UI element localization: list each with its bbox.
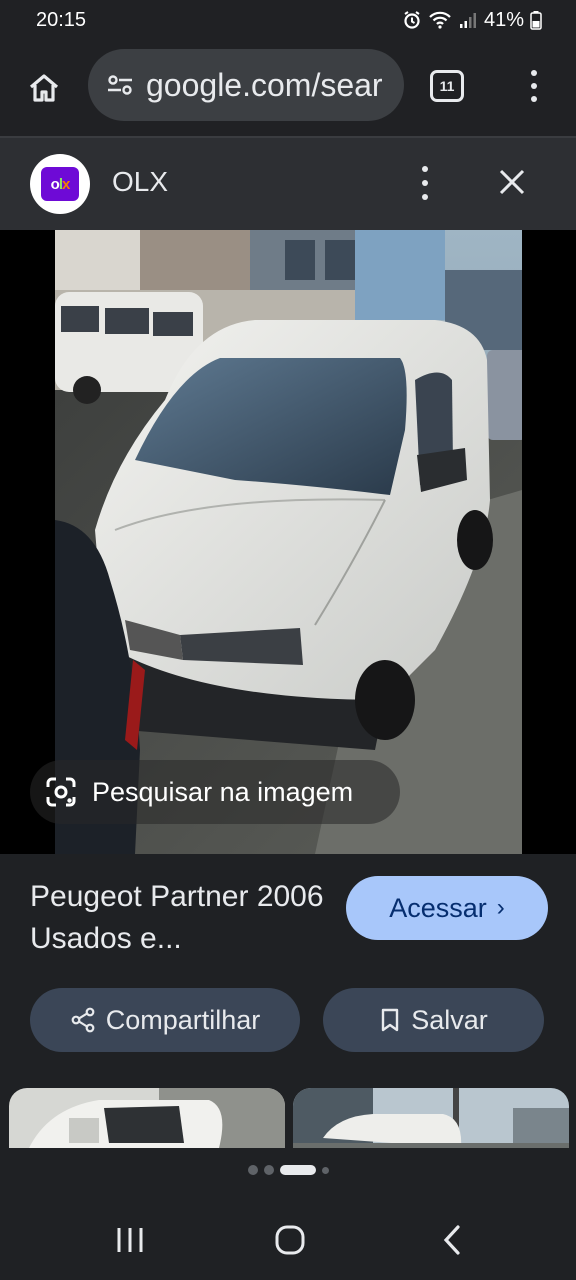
visit-label: Acessar [389, 892, 487, 923]
related-image[interactable] [9, 1088, 285, 1148]
home-button[interactable] [22, 66, 66, 110]
tab-count: 11 [439, 78, 455, 94]
back-icon [443, 1225, 460, 1255]
wifi-icon [429, 11, 451, 29]
bookmark-icon [382, 1008, 399, 1032]
status-icons: 41% [402, 9, 542, 32]
carousel-indicator [0, 1162, 576, 1178]
site-info-icon[interactable] [106, 72, 134, 98]
battery-icon [530, 11, 542, 30]
source-header: olx OLX [0, 138, 576, 230]
source-name[interactable]: OLX [112, 166, 168, 198]
save-label: Salvar [411, 1004, 488, 1035]
olx-logo[interactable]: olx [30, 154, 90, 214]
recents-icon [117, 1228, 143, 1252]
result-title[interactable]: Peugeot Partner 2006 Usados e... [30, 876, 330, 960]
system-nav-bar [0, 1196, 576, 1280]
battery-level: 41% [483, 8, 524, 31]
related-image[interactable] [293, 1088, 569, 1148]
share-label: Compartilhar [105, 1004, 261, 1035]
chevron-right-icon: › [496, 894, 505, 921]
save-button[interactable]: Salvar [323, 988, 544, 1052]
browser-toolbar: google.com/sear 11 [0, 40, 576, 136]
source-more-button[interactable] [414, 166, 436, 200]
status-bar: 20:15 41% [0, 0, 576, 40]
home-icon [29, 74, 59, 102]
share-icon [71, 1007, 95, 1033]
recents-button[interactable] [108, 1218, 152, 1262]
url-text[interactable]: google.com/sear [146, 67, 383, 104]
search-image-button[interactable]: Pesquisar na imagem [30, 760, 400, 824]
image-viewer: Pesquisar na imagem [0, 230, 576, 854]
tab-switcher-button[interactable]: 11 [430, 70, 464, 102]
search-image-label: Pesquisar na imagem [92, 776, 354, 807]
lens-icon [46, 777, 76, 807]
more-vert-icon [531, 70, 537, 76]
address-bar[interactable]: google.com/sear [88, 49, 404, 121]
home-nav-button[interactable] [268, 1218, 312, 1262]
close-icon [499, 169, 525, 195]
back-button[interactable] [430, 1218, 474, 1262]
status-time: 20:15 [36, 8, 87, 31]
close-button[interactable] [492, 162, 532, 202]
browser-menu-button[interactable] [520, 66, 548, 106]
alarm-icon [404, 11, 420, 29]
home-nav-icon [275, 1225, 305, 1255]
visit-button[interactable]: Acessar › [346, 876, 548, 940]
more-vert-icon [422, 166, 428, 172]
related-images [0, 1088, 576, 1148]
share-button[interactable]: Compartilhar [30, 988, 300, 1052]
signal-icon [459, 13, 476, 28]
